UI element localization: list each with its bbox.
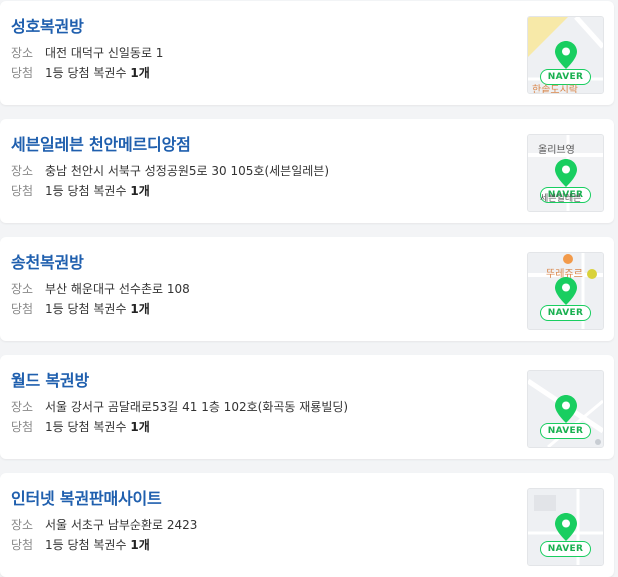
map-thumbnail[interactable]: NAVER — [527, 488, 604, 566]
store-name[interactable]: 세븐일레븐 천안메르디앙점 — [11, 131, 191, 155]
store-prize-row: 당첨 1등 당첨 복권수 1개 — [11, 64, 150, 81]
map-poi-label: 한솥도시락 — [532, 85, 578, 94]
store-address-row: 장소 대전 대덕구 신일동로 1 — [11, 44, 163, 61]
prize-text: 1등 당첨 복권수 — [45, 184, 127, 198]
prize-text: 1등 당첨 복권수 — [45, 538, 127, 552]
naver-badge: NAVER — [540, 423, 591, 439]
store-name[interactable]: 성호복권방 — [11, 13, 84, 37]
prize-text: 1등 당첨 복권수 — [45, 66, 127, 80]
prize-text: 1등 당첨 복권수 — [45, 302, 127, 316]
store-card[interactable]: 인터넷 복권판매사이트 장소 서울 서초구 남부순환로 2423 당첨 1등 당첨 … — [0, 473, 614, 577]
store-prize-row: 당첨 1등 당첨 복권수 1개 — [11, 418, 150, 435]
store-name[interactable]: 인터넷 복권판매사이트 — [11, 485, 162, 509]
naver-badge: NAVER — [540, 305, 591, 321]
store-address-row: 장소 서울 서초구 남부순환로 2423 — [11, 516, 197, 533]
location-label: 장소 — [11, 282, 34, 296]
store-address-row: 장소 충남 천안시 서북구 성정공원5로 30 105호(세븐일레븐) — [11, 162, 329, 179]
map-thumbnail[interactable]: NAVER — [527, 370, 604, 448]
win-label: 당첨 — [11, 420, 34, 434]
prize-count: 1개 — [130, 302, 150, 316]
store-name[interactable]: 송천복권방 — [11, 249, 84, 273]
prize-count: 1개 — [130, 66, 150, 80]
location-pin-icon — [555, 159, 577, 187]
prize-count: 1개 — [130, 538, 150, 552]
win-label: 당첨 — [11, 538, 34, 552]
location-label: 장소 — [11, 164, 34, 178]
location-pin-icon — [555, 41, 577, 69]
location-label: 장소 — [11, 46, 34, 60]
win-label: 당첨 — [11, 302, 34, 316]
location-label: 장소 — [11, 400, 34, 414]
store-address: 서울 서초구 남부순환로 2423 — [45, 518, 198, 532]
map-thumbnail[interactable]: 뚜레쥬르 NAVER — [527, 252, 604, 330]
lottery-store-list: 성호복권방 장소 대전 대덕구 신일동로 1 당첨 1등 당첨 복권수 1개 NAV… — [0, 0, 618, 577]
prize-count: 1개 — [130, 184, 150, 198]
location-label: 장소 — [11, 518, 34, 532]
store-prize-row: 당첨 1등 당첨 복권수 1개 — [11, 536, 150, 553]
win-label: 당첨 — [11, 184, 34, 198]
store-card[interactable]: 세븐일레븐 천안메르디앙점 장소 충남 천안시 서북구 성정공원5로 30 105… — [0, 119, 614, 223]
store-card[interactable]: 송천복권방 장소 부산 해운대구 선수촌로 108 당첨 1등 당첨 복권수 1개 … — [0, 237, 614, 341]
map-thumbnail[interactable]: NAVER 한솥도시락 — [527, 16, 604, 94]
map-thumbnail[interactable]: 올리브영 NAVER 세븐일레븐 — [527, 134, 604, 212]
map-poi-label: 올리브영 — [538, 145, 575, 156]
location-pin-icon — [555, 513, 577, 541]
map-poi-label-secondary: 세븐일레븐 — [540, 194, 582, 204]
store-address-row: 장소 부산 해운대구 선수촌로 108 — [11, 280, 190, 297]
store-address: 부산 해운대구 선수촌로 108 — [45, 282, 190, 296]
store-address: 서울 강서구 곰달래로53길 41 1층 102호(화곡동 재룡빌딩) — [45, 400, 349, 414]
location-pin-icon — [555, 395, 577, 423]
store-prize-row: 당첨 1등 당첨 복권수 1개 — [11, 300, 150, 317]
store-card[interactable]: 월드 복권방 장소 서울 강서구 곰달래로53길 41 1층 102호(화곡동 재… — [0, 355, 614, 459]
prize-text: 1등 당첨 복권수 — [45, 420, 127, 434]
store-address: 대전 대덕구 신일동로 1 — [45, 46, 164, 60]
store-prize-row: 당첨 1등 당첨 복권수 1개 — [11, 182, 150, 199]
naver-badge: NAVER — [540, 541, 591, 557]
store-address: 충남 천안시 서북구 성정공원5로 30 105호(세븐일레븐) — [45, 164, 330, 178]
store-card[interactable]: 성호복권방 장소 대전 대덕구 신일동로 1 당첨 1등 당첨 복권수 1개 NAV… — [0, 1, 614, 105]
prize-count: 1개 — [130, 420, 150, 434]
location-pin-icon — [555, 277, 577, 305]
win-label: 당첨 — [11, 66, 34, 80]
store-name[interactable]: 월드 복권방 — [11, 367, 89, 391]
store-address-row: 장소 서울 강서구 곰달래로53길 41 1층 102호(화곡동 재룡빌딩) — [11, 398, 348, 415]
